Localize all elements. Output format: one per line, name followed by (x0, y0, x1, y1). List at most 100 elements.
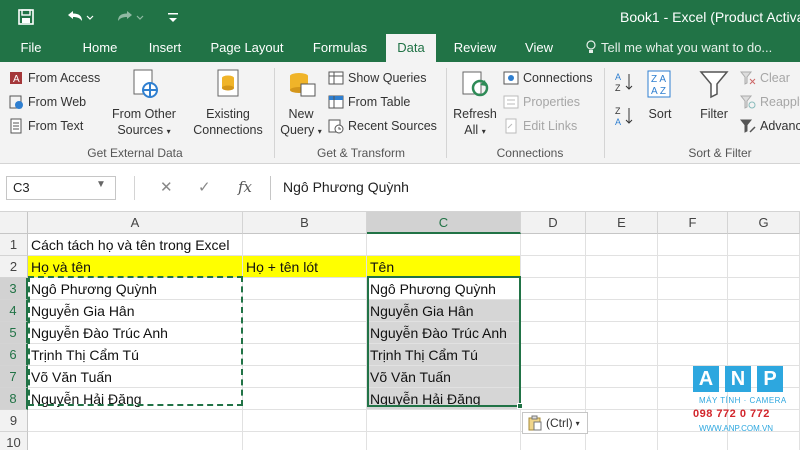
formula-input[interactable]: Ngô Phương Quỳnh (270, 176, 800, 200)
cell-c4[interactable]: Nguyễn Gia Hân (367, 300, 521, 322)
tell-me-box[interactable]: Tell me what you want to do... (585, 34, 772, 62)
empty-cell[interactable] (586, 278, 658, 300)
empty-cell[interactable] (521, 234, 586, 256)
chevron-down-icon[interactable]: ▼ (96, 179, 106, 190)
cell-a1[interactable]: Cách tách họ và tên trong Excel (28, 234, 243, 256)
column-header[interactable]: G (728, 212, 800, 234)
from-access-button[interactable]: A From Access (8, 68, 100, 88)
tab-home[interactable]: Home (74, 34, 126, 62)
cancel-icon[interactable]: ✕ (160, 178, 173, 196)
tab-formulas[interactable]: Formulas (306, 34, 374, 62)
empty-cell[interactable] (586, 388, 658, 410)
empty-cell[interactable] (521, 432, 586, 450)
empty-cell[interactable] (728, 278, 800, 300)
empty-cell[interactable] (658, 278, 728, 300)
row-header[interactable]: 7 (0, 366, 28, 388)
row-header[interactable]: 2 (0, 256, 28, 278)
from-table-button[interactable]: From Table (328, 92, 410, 112)
cell-a7[interactable]: Võ Văn Tuấn (28, 366, 243, 388)
recent-sources-button[interactable]: Recent Sources (328, 116, 437, 136)
empty-cell[interactable] (658, 344, 728, 366)
empty-cell[interactable] (728, 256, 800, 278)
empty-cell[interactable] (243, 300, 367, 322)
sort-az-button[interactable]: AZ (614, 72, 634, 93)
empty-cell[interactable] (728, 234, 800, 256)
row-header[interactable]: 5 (0, 322, 28, 344)
fill-handle[interactable] (517, 403, 523, 409)
empty-cell[interactable] (243, 410, 367, 432)
row-header[interactable]: 10 (0, 432, 28, 450)
cell-a5[interactable]: Nguyễn Đào Trúc Anh (28, 322, 243, 344)
empty-cell[interactable] (243, 234, 367, 256)
clear-filter-button[interactable]: Clear (740, 68, 790, 88)
cell-c8[interactable]: Nguyễn Hải Đăng (367, 388, 521, 410)
empty-cell[interactable] (243, 432, 367, 450)
empty-cell[interactable] (658, 256, 728, 278)
empty-cell[interactable] (586, 366, 658, 388)
cell-c2[interactable]: Tên (367, 256, 521, 278)
cell-c7[interactable]: Võ Văn Tuấn (367, 366, 521, 388)
empty-cell[interactable] (728, 432, 800, 450)
edit-links-button[interactable]: Edit Links (503, 116, 577, 136)
reapply-button[interactable]: Reapply (740, 92, 800, 112)
enter-icon[interactable]: ✓ (198, 178, 211, 196)
show-queries-button[interactable]: Show Queries (328, 68, 427, 88)
cell-a4[interactable]: Nguyễn Gia Hân (28, 300, 243, 322)
cell-a2[interactable]: Họ và tên (28, 256, 243, 278)
empty-cell[interactable] (586, 322, 658, 344)
empty-cell[interactable] (586, 410, 658, 432)
row-header[interactable]: 9 (0, 410, 28, 432)
empty-cell[interactable] (521, 366, 586, 388)
row-header[interactable]: 4 (0, 300, 28, 322)
tab-view[interactable]: View (516, 34, 562, 62)
empty-cell[interactable] (521, 278, 586, 300)
advanced-filter-button[interactable]: Advanced (740, 116, 800, 136)
from-text-button[interactable]: From Text (8, 116, 83, 136)
cell-a8[interactable]: Nguyễn Hải Đăng (28, 388, 243, 410)
empty-cell[interactable] (521, 388, 586, 410)
cell-b2[interactable]: Họ + tên lót (243, 256, 367, 278)
properties-button[interactable]: Properties (503, 92, 580, 112)
empty-cell[interactable] (586, 300, 658, 322)
undo-icon[interactable] (62, 6, 96, 28)
empty-cell[interactable] (28, 432, 243, 450)
empty-cell[interactable] (658, 432, 728, 450)
select-all-corner[interactable] (0, 212, 28, 234)
column-header[interactable]: B (243, 212, 367, 234)
sort-button[interactable]: Z AA Z Sort (640, 68, 680, 122)
tab-review[interactable]: Review (446, 34, 504, 62)
from-web-button[interactable]: From Web (8, 92, 86, 112)
paste-options-button[interactable]: (Ctrl) ▾ (522, 412, 588, 434)
empty-cell[interactable] (586, 234, 658, 256)
row-header[interactable]: 6 (0, 344, 28, 366)
sort-za-button[interactable]: ZA (614, 106, 634, 127)
empty-cell[interactable] (243, 344, 367, 366)
tab-data[interactable]: Data (386, 34, 436, 62)
tab-file[interactable]: File (8, 34, 54, 62)
customize-icon[interactable] (164, 6, 182, 28)
empty-cell[interactable] (367, 410, 521, 432)
empty-cell[interactable] (367, 234, 521, 256)
redo-icon[interactable] (112, 6, 146, 28)
existing-connections-button[interactable]: Existing Connections (188, 68, 268, 138)
empty-cell[interactable] (586, 344, 658, 366)
column-header[interactable]: F (658, 212, 728, 234)
empty-cell[interactable] (521, 344, 586, 366)
empty-cell[interactable] (728, 300, 800, 322)
empty-cell[interactable] (658, 322, 728, 344)
from-other-sources-button[interactable]: From Other Sources ▾ (108, 68, 180, 140)
filter-button[interactable]: Filter (692, 68, 736, 122)
empty-cell[interactable] (728, 322, 800, 344)
empty-cell[interactable] (658, 300, 728, 322)
tab-insert[interactable]: Insert (140, 34, 190, 62)
refresh-all-button[interactable]: Refresh All ▾ (450, 68, 500, 140)
insert-function-icon[interactable]: fx (238, 178, 252, 196)
empty-cell[interactable] (243, 366, 367, 388)
empty-cell[interactable] (243, 278, 367, 300)
cell-c6[interactable]: Trịnh Thị Cẩm Tú (367, 344, 521, 366)
cell-a3[interactable]: Ngô Phương Quỳnh (28, 278, 243, 300)
row-header[interactable]: 8 (0, 388, 28, 410)
save-icon[interactable] (14, 6, 38, 28)
new-query-button[interactable]: New Query ▾ (278, 68, 324, 140)
empty-cell[interactable] (367, 432, 521, 450)
